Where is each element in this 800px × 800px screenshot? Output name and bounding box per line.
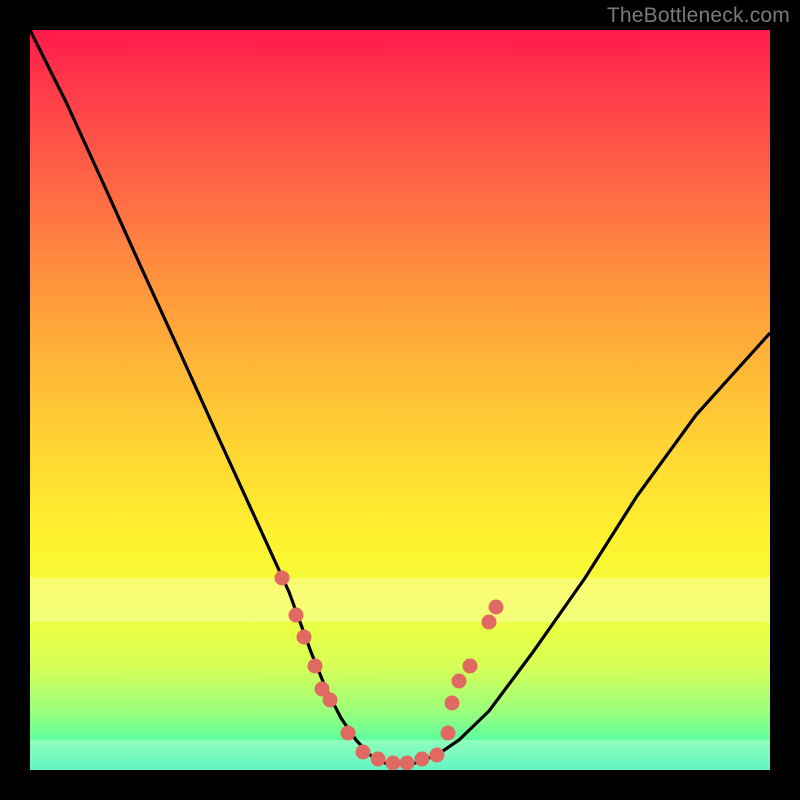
chart-frame: TheBottleneck.com: [0, 0, 800, 800]
marker-dot: [308, 659, 322, 673]
marker-dot: [452, 674, 466, 688]
marker-dot: [445, 696, 459, 710]
bottleneck-curve: [30, 30, 770, 763]
marker-dot: [489, 600, 503, 614]
marker-dot: [400, 756, 414, 770]
marker-dot: [371, 752, 385, 766]
marker-dot: [297, 630, 311, 644]
marker-dot: [463, 659, 477, 673]
marker-dot: [386, 756, 400, 770]
marker-dot: [323, 693, 337, 707]
plot-area: [30, 30, 770, 770]
watermark-text: TheBottleneck.com: [607, 4, 790, 28]
marker-dot: [482, 615, 496, 629]
marker-dot: [430, 748, 444, 762]
marker-dot: [275, 571, 289, 585]
marker-dot: [289, 608, 303, 622]
marker-group: [275, 571, 503, 770]
marker-dot: [415, 752, 429, 766]
curve-layer: [30, 30, 770, 770]
marker-dot: [341, 726, 355, 740]
marker-dot: [441, 726, 455, 740]
marker-dot: [356, 745, 370, 759]
